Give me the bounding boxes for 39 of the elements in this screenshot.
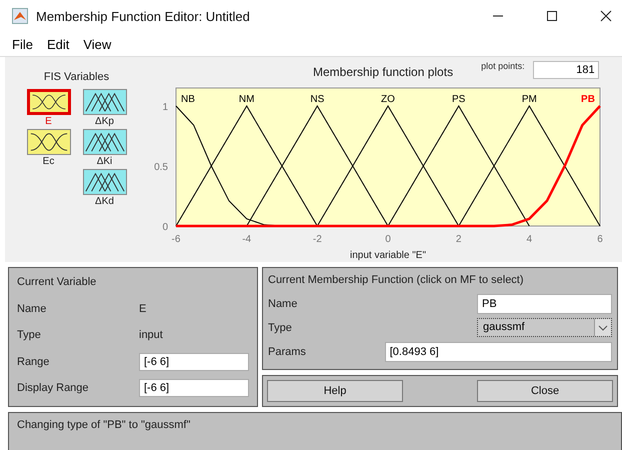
variable-type: input	[139, 329, 163, 342]
panel-title: Current Variable	[17, 276, 98, 288]
field-label: Name	[268, 298, 298, 310]
variable-label: ΔKd	[95, 195, 114, 209]
mf-label: NM	[238, 94, 254, 105]
plot-title: Membership function plots	[313, 64, 454, 78]
y-tick-label: 1	[162, 102, 168, 113]
variable-label: ΔKi	[96, 155, 112, 169]
x-tick-label: -2	[312, 234, 322, 245]
field-label: Type	[268, 322, 293, 334]
y-tick-label: 0.5	[154, 162, 168, 173]
variable-label: Ec	[42, 155, 54, 169]
fis-variables-title: FIS Variables	[44, 71, 110, 83]
mf-label: PM	[522, 94, 537, 105]
x-tick-label: -6	[172, 234, 180, 245]
x-tick-label: 4	[526, 234, 532, 245]
variable-label: ΔKp	[95, 115, 114, 129]
x-tick-label: -4	[242, 234, 252, 245]
field-label: Range	[17, 356, 50, 368]
mf-label: PB	[581, 94, 595, 105]
mf-label: ZO	[381, 94, 395, 105]
variable-label: E	[45, 115, 52, 129]
mf-label: NB	[181, 94, 195, 105]
variable-name: E	[139, 302, 146, 315]
field-label: Name	[17, 302, 48, 315]
field-label: Display Range	[17, 382, 90, 394]
field-label: Params	[268, 346, 307, 358]
plot-points-label: plot points:	[481, 60, 525, 70]
mf-label: NS	[310, 94, 324, 105]
x-tick-label: 6	[597, 234, 603, 245]
x-tick-label: 2	[456, 234, 462, 245]
field-label: Type	[17, 329, 42, 342]
x-tick-label: 0	[385, 234, 391, 245]
y-tick-label: 0	[162, 222, 168, 233]
x-axis-label: input variable "E"	[350, 250, 426, 261]
window-title: Membership Function Editor: Untitled	[36, 8, 250, 24]
panel-title: Current Membership Function (click on MF to select)	[268, 274, 525, 286]
mf-label: PS	[452, 94, 466, 105]
status-text: Changing type of "PB" to "gaussmf"	[17, 419, 190, 431]
